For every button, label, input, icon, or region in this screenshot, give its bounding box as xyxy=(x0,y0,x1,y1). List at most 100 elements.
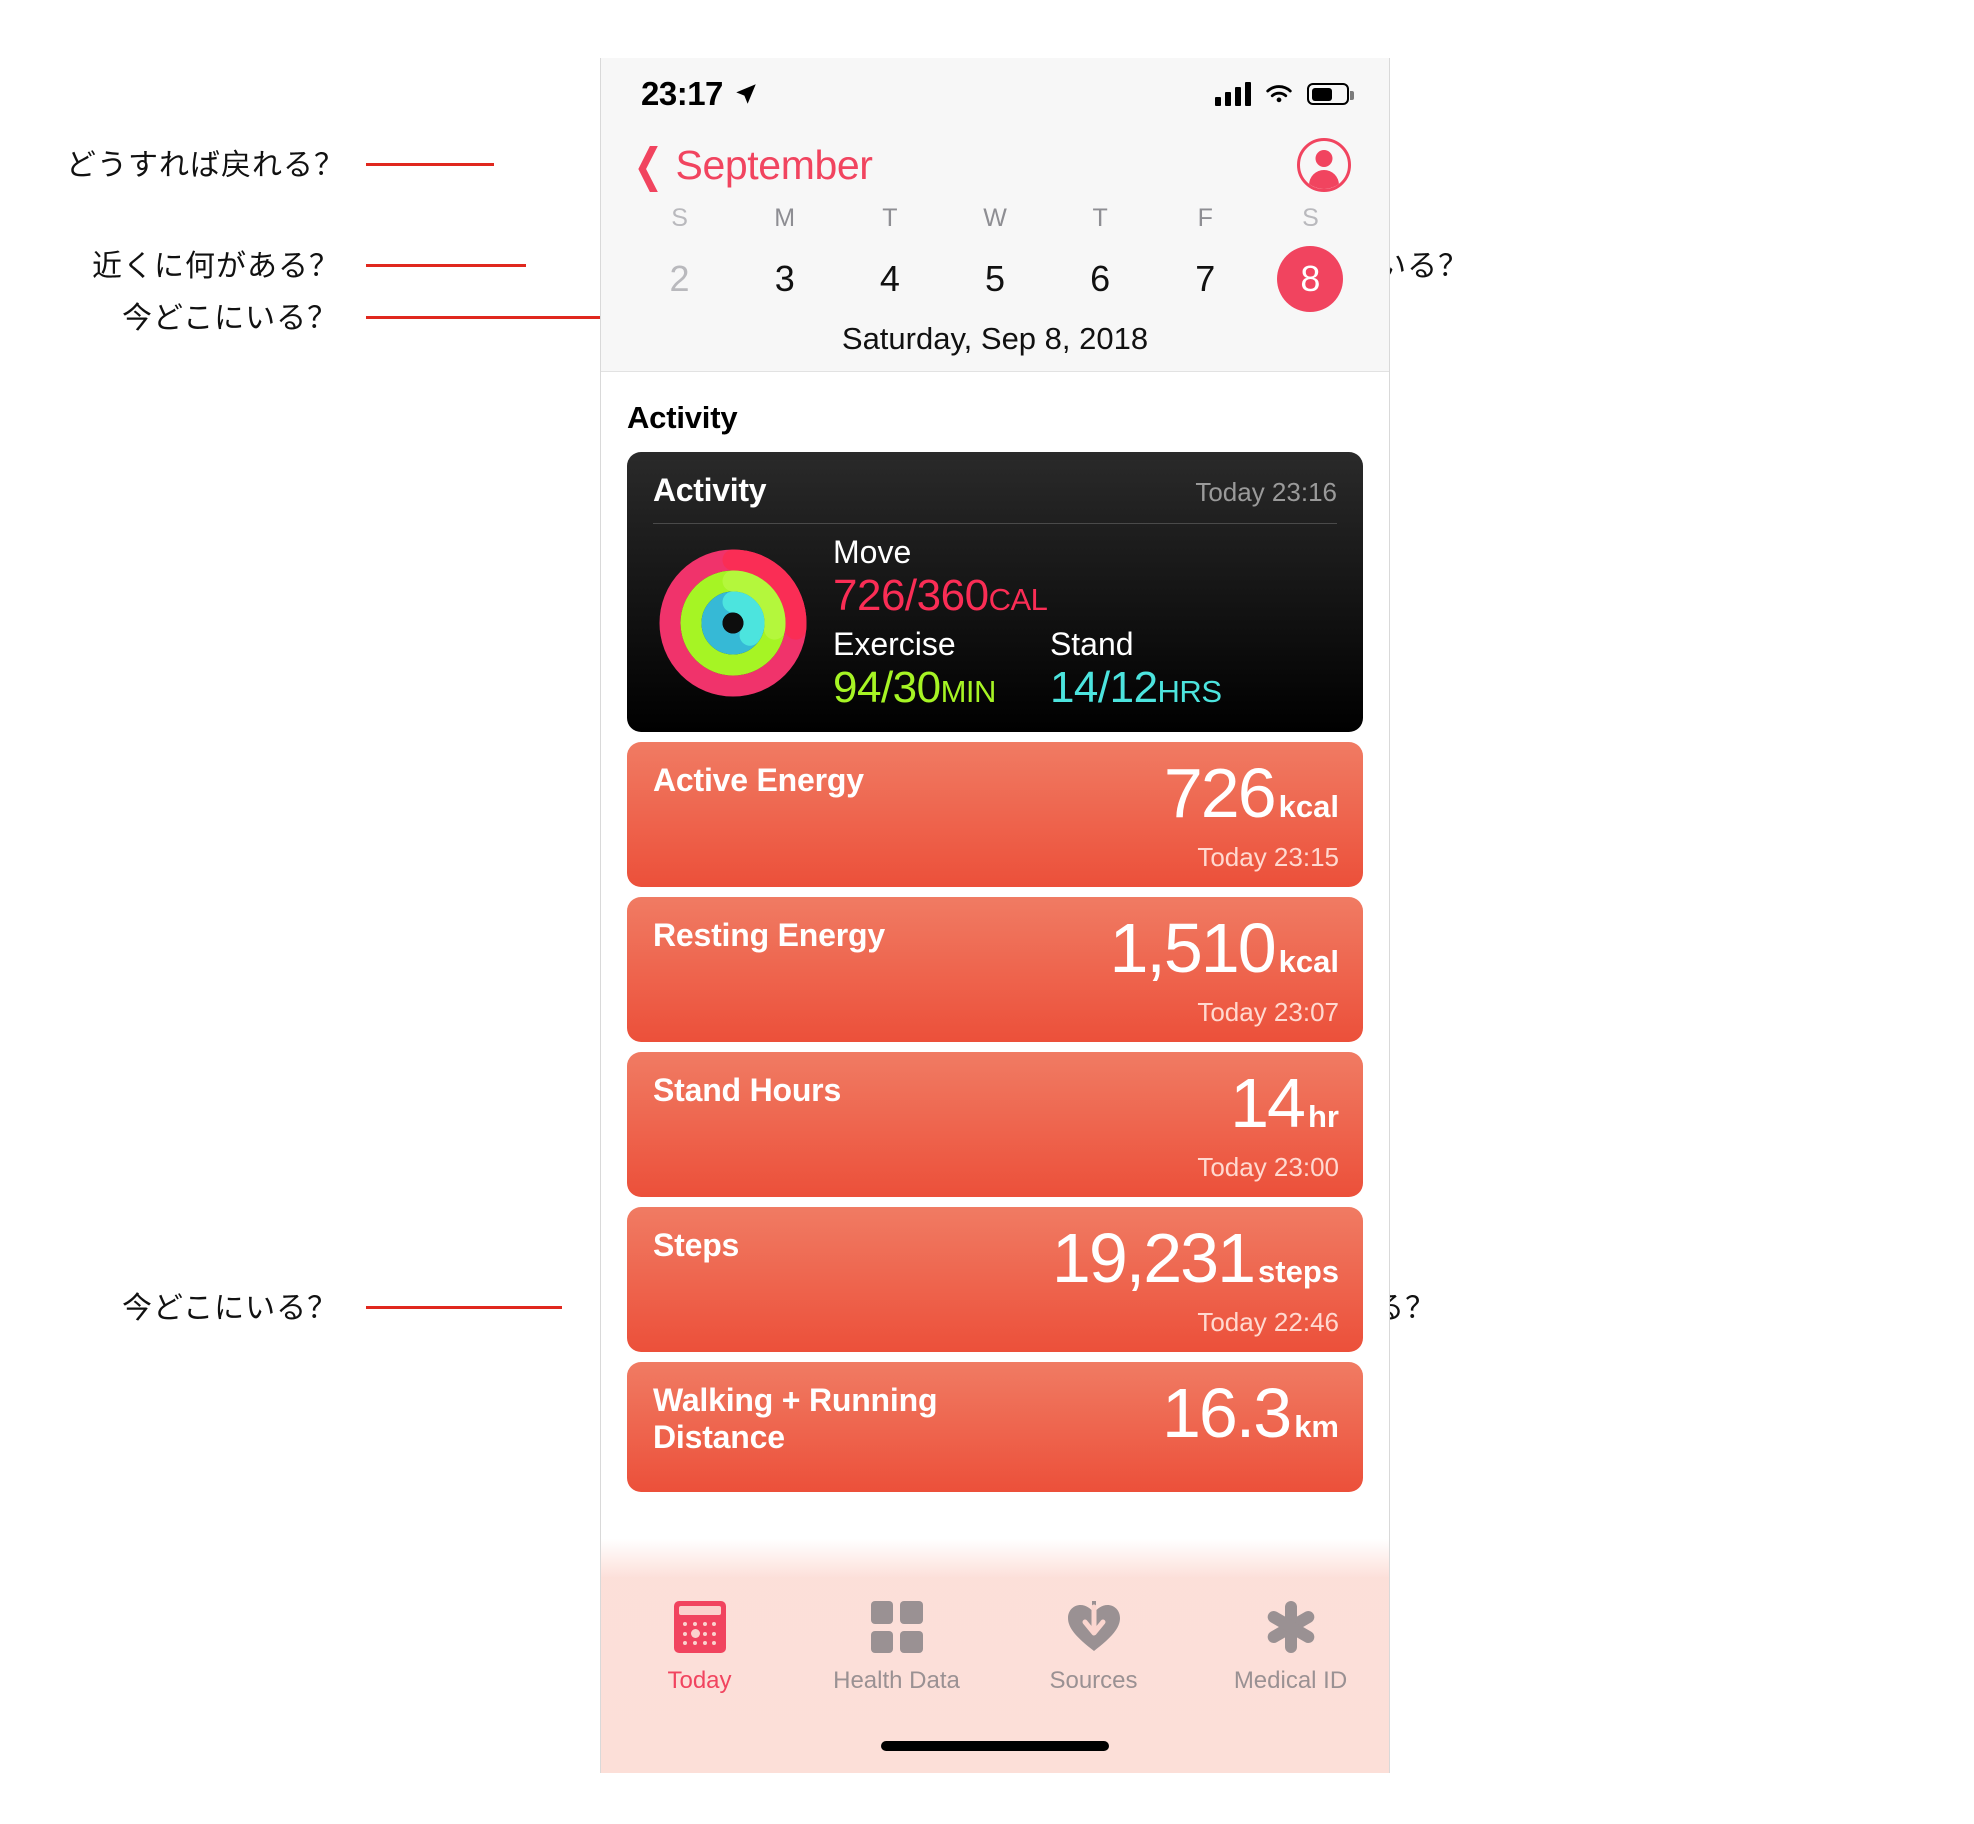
annotation-current-location-date: 今どこにいる？ xyxy=(122,301,339,336)
navigation-bar: ❮ September xyxy=(601,130,1389,202)
today-scroll-content[interactable]: Activity Activity Today 23:16 Move 726/3… xyxy=(601,372,1389,1642)
stand-value-row: 14/12HRS xyxy=(1050,663,1222,712)
heart-download-icon xyxy=(1066,1599,1122,1655)
metric-card-stand-hours[interactable]: Stand Hours 14 hr Today 23:00 xyxy=(627,1052,1363,1198)
metric-value-row: 1,510 kcal xyxy=(1109,913,1339,983)
home-indicator[interactable] xyxy=(881,1741,1109,1751)
calendar-day-5[interactable]: 5 xyxy=(942,247,1047,311)
metric-value: 19,231 xyxy=(1051,1219,1256,1298)
iphone-screen: 23:17 ❮ September S M T W T F S 2 3 4 5 … xyxy=(600,58,1390,1773)
day-initial: T xyxy=(882,204,898,232)
tab-label: Today xyxy=(667,1667,732,1694)
metric-unit: hr xyxy=(1308,1099,1339,1135)
day-number: 7 xyxy=(1195,258,1216,299)
metric-value-block: 726 kcal Today 23:15 xyxy=(1164,758,1339,873)
status-bar-time: 23:17 xyxy=(641,75,723,112)
annotation-nearby: 近くに何がある？ xyxy=(92,249,340,284)
metric-timestamp: Today 23:15 xyxy=(1197,842,1339,873)
day-number: 4 xyxy=(879,258,900,299)
day-number: 5 xyxy=(984,258,1005,299)
tab-label: Medical ID xyxy=(1233,1667,1348,1694)
tab-sources[interactable]: Sources xyxy=(995,1599,1192,1695)
full-date-label: Saturday, Sep 8, 2018 xyxy=(841,321,1149,356)
metric-card-walking-running-distance[interactable]: Walking + Running Distance 16.3 km xyxy=(627,1362,1363,1493)
metric-name: Resting Energy xyxy=(653,917,885,954)
back-button-label: September xyxy=(675,141,873,188)
day-number: 3 xyxy=(774,258,795,299)
medical-asterisk-icon xyxy=(1264,1599,1317,1655)
move-value: 726/360 xyxy=(833,570,989,620)
calendar-day-8-selected[interactable]: 8 xyxy=(1258,246,1363,312)
exercise-label: Exercise xyxy=(833,626,956,663)
back-button[interactable]: ❮ September xyxy=(629,142,873,189)
status-bar: 23:17 xyxy=(601,58,1389,130)
calendar-day-4[interactable]: 4 xyxy=(837,247,942,311)
exercise-value-row: 94/30MIN xyxy=(833,663,996,712)
profile-avatar-icon[interactable] xyxy=(1297,138,1351,192)
metric-name: Walking + Running Distance xyxy=(653,1382,938,1456)
calendar-header: ❮ September S M T W T F S 2 3 4 5 6 7 8 … xyxy=(601,130,1389,372)
activity-card-timestamp: Today 23:16 xyxy=(1195,477,1337,507)
metric-value: 16.3 xyxy=(1161,1374,1292,1453)
metric-value: 1,510 xyxy=(1109,909,1276,988)
metric-value-row: 14 hr xyxy=(1197,1068,1339,1138)
screenshot-canvas: どうすれば戻れる？ 近くに何がある？ 今どこにいる？ 今どこにいる？ 今どこにい… xyxy=(0,0,1974,1824)
metric-card-active-energy[interactable]: Active Energy 726 kcal Today 23:15 xyxy=(627,742,1363,888)
metric-value-row: 16.3 km xyxy=(1162,1378,1339,1448)
day-initial: F xyxy=(1197,204,1213,232)
activity-card-title: Activity xyxy=(653,472,767,508)
annotation-current-location-tab: 今どこにいる？ xyxy=(122,1291,339,1326)
location-arrow-icon xyxy=(736,84,756,104)
annotation-back-navigation: どうすれば戻れる？ xyxy=(66,148,345,183)
day-of-week-row: S M T W T F S xyxy=(601,204,1389,233)
cellular-bars-icon xyxy=(1215,82,1251,106)
metric-name: Steps xyxy=(653,1227,740,1264)
day-initial: S xyxy=(1302,204,1319,232)
move-label: Move xyxy=(833,534,912,570)
day-number: 8 xyxy=(1300,258,1321,299)
metric-value-row: 19,231 steps xyxy=(1052,1223,1339,1293)
activity-summary-card[interactable]: Activity Today 23:16 Move 726/360CAL Exe… xyxy=(627,452,1363,733)
metric-value-block: 1,510 kcal Today 23:07 xyxy=(1109,913,1339,1028)
wifi-icon xyxy=(1266,85,1292,103)
tab-medical-id[interactable]: Medical ID xyxy=(1192,1599,1389,1695)
annotation-leader-line xyxy=(366,264,526,267)
metric-value-block: 14 hr Today 23:00 xyxy=(1197,1068,1339,1183)
tab-label: Sources xyxy=(1049,1667,1138,1694)
calendar-day-3[interactable]: 3 xyxy=(732,247,837,311)
metric-unit: km xyxy=(1294,1409,1339,1445)
metric-value-block: 19,231 steps Today 22:46 xyxy=(1052,1223,1339,1338)
tab-label: Health Data xyxy=(833,1667,960,1694)
metric-card-steps[interactable]: Steps 19,231 steps Today 22:46 xyxy=(627,1207,1363,1353)
exercise-block: Exercise 94/30MIN xyxy=(833,626,996,712)
calendar-day-2[interactable]: 2 xyxy=(627,247,732,311)
calendar-day-6[interactable]: 6 xyxy=(1048,247,1153,311)
day-initial: M xyxy=(774,204,796,232)
day-initial: W xyxy=(983,204,1007,232)
stand-value: 14/12 xyxy=(1049,662,1158,712)
tab-health-data[interactable]: Health Data xyxy=(798,1599,995,1695)
metric-unit: steps xyxy=(1258,1254,1339,1290)
activity-rings xyxy=(653,543,813,703)
metric-value: 14 xyxy=(1230,1064,1306,1143)
activity-card-stats: Move 726/360CAL Exercise 94/30MIN Stand … xyxy=(827,534,1337,712)
exercise-unit: MIN xyxy=(940,673,997,709)
section-title-activity: Activity xyxy=(627,400,738,435)
divider xyxy=(653,523,1337,524)
metric-value: 726 xyxy=(1163,754,1277,833)
stand-block: Stand 14/12HRS xyxy=(1050,626,1222,712)
tab-today[interactable]: Today xyxy=(601,1599,798,1695)
calendar-day-7[interactable]: 7 xyxy=(1153,247,1258,311)
calendar-today-icon xyxy=(673,1599,726,1655)
exercise-value: 94/30 xyxy=(833,662,941,712)
move-unit: CAL xyxy=(988,581,1048,617)
metric-unit: kcal xyxy=(1278,944,1339,980)
metric-name: Active Energy xyxy=(653,762,864,799)
metric-timestamp: Today 23:07 xyxy=(1197,997,1339,1028)
stand-label: Stand xyxy=(1049,626,1134,663)
move-value-row: 726/360CAL xyxy=(833,571,1337,620)
metric-card-resting-energy[interactable]: Resting Energy 1,510 kcal Today 23:07 xyxy=(627,897,1363,1043)
activity-card-header: Activity Today 23:16 xyxy=(653,472,1337,509)
annotation-leader-line xyxy=(366,163,494,166)
metric-timestamp: Today 23:00 xyxy=(1197,1152,1339,1183)
